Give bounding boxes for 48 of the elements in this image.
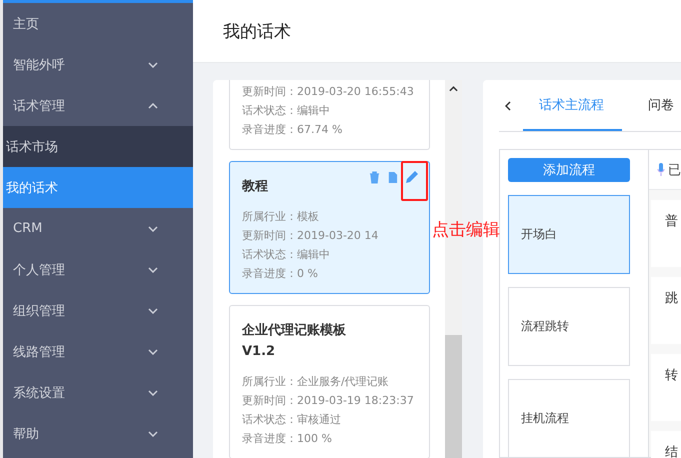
copy-icon[interactable] — [387, 170, 398, 184]
menu-item[interactable]: 线路管理 — [3, 331, 193, 372]
submenu-item[interactable]: 话术市场 — [3, 126, 193, 167]
trash-icon[interactable] — [369, 170, 380, 184]
menu-item[interactable]: 个人管理 — [3, 249, 193, 290]
menu-item[interactable]: 帮助 — [3, 413, 193, 454]
card-field: 更新时间：2019-03-20 16:55:43 — [242, 82, 417, 101]
card-field: 话术状态：审核通过 — [242, 410, 417, 429]
menu-item[interactable]: 智能外呼 — [3, 44, 193, 85]
flow-item[interactable]: 挂机流程 — [508, 379, 630, 458]
script-card[interactable]: 企业代理记账模板V1.2 所属行业：企业服务/代理记账 更新时间：2019-03-19 18:23:37 话术状态：审核通过 录音进度：100 % — [229, 305, 430, 458]
scrollbar-thumb[interactable] — [445, 335, 462, 458]
card-field: 话术状态：编辑中 — [242, 101, 417, 120]
card-field: 话术状态：编辑中 — [242, 245, 417, 264]
pencil-icon[interactable] — [405, 170, 419, 184]
node-header-text: 已 — [668, 162, 681, 178]
tab[interactable]: 问卷 — [636, 80, 681, 131]
tab[interactable]: 话术主流程 — [523, 80, 622, 131]
back-icon[interactable] — [505, 100, 511, 110]
card-title: 企业代理记账模板V1.2 — [242, 322, 347, 361]
menu-item[interactable]: CRM — [3, 208, 193, 249]
node-card[interactable]: 普 — [651, 200, 681, 267]
menu-item[interactable]: 系统设置 — [3, 372, 193, 413]
card-field: 更新时间：2019-03-20 14 — [242, 226, 417, 245]
node-card[interactable]: 跳 — [651, 277, 681, 344]
card-field: 所属行业：企业服务/代理记账 — [242, 372, 417, 391]
card-field: 所属行业：模板 — [242, 207, 417, 226]
annotation-text: 点击编辑 — [432, 219, 500, 241]
card-title: 教程 — [242, 178, 269, 196]
page-title: 我的话术 — [223, 20, 291, 42]
flow-item[interactable]: 开场白 — [508, 195, 630, 274]
menu-item[interactable]: 主页 — [3, 3, 193, 44]
node-card[interactable]: 结 — [651, 431, 681, 458]
card-field: 更新时间：2019-03-19 18:23:37 — [242, 391, 417, 410]
submenu-item[interactable]: 我的话术 — [3, 167, 193, 208]
menu-item[interactable]: 组织管理 — [3, 290, 193, 331]
scroll-up-icon[interactable] — [449, 86, 458, 92]
add-flow-button[interactable]: 添加流程 — [508, 158, 630, 182]
menu-item[interactable]: 话术管理 — [3, 85, 193, 126]
microphone-icon — [657, 162, 665, 176]
card-field: 录音进度：0 % — [242, 264, 417, 283]
card-field: 录音进度：67.74 % — [242, 120, 417, 139]
script-card[interactable]: 更新时间：2019-03-20 16:55:43 话术状态：编辑中 录音进度：67.74 % — [229, 80, 430, 150]
flow-item[interactable]: 流程跳转 — [508, 287, 630, 366]
card-field: 录音进度：100 % — [242, 429, 417, 448]
script-card[interactable]: 教程 所属行业：模板 更新时间：2019-03-20 14 话术状态：编辑中 录音进度：0 % — [229, 161, 430, 294]
highlight-frame — [401, 161, 428, 201]
node-card[interactable]: 转 — [651, 354, 681, 421]
